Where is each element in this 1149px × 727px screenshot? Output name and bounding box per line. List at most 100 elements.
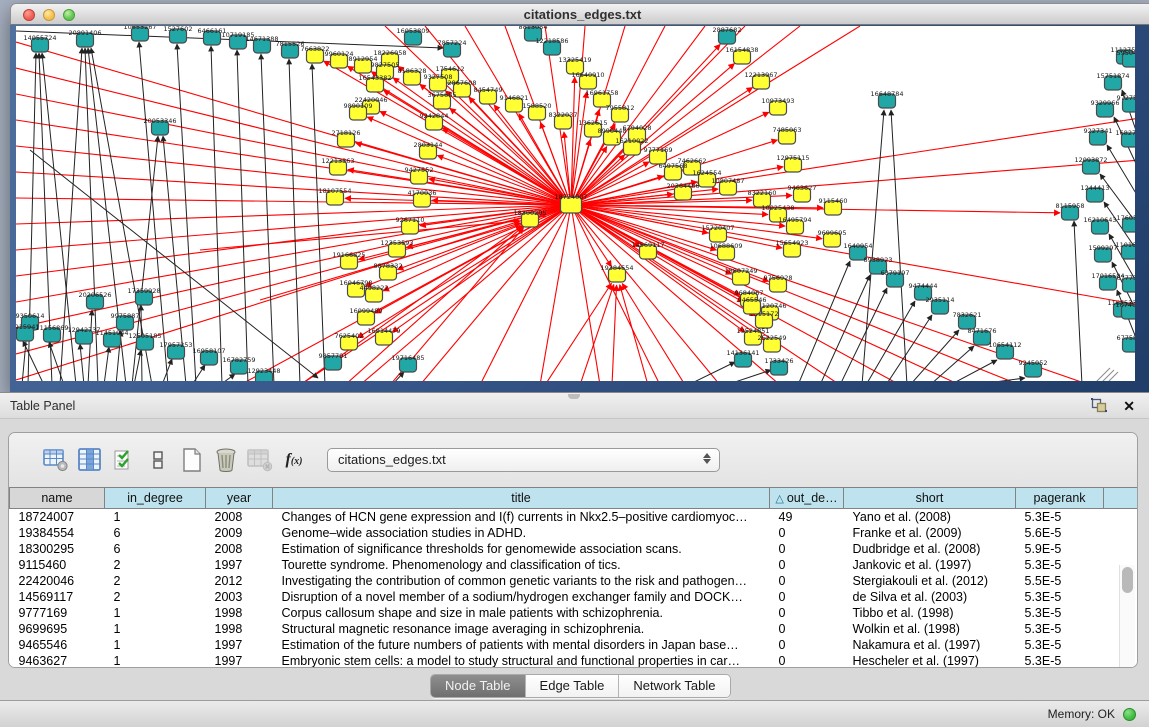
table-row[interactable]: 946362711997Embryonic stem cells: a mode… [10,653,1138,668]
table-row[interactable]: 969969511998Structural magnetic resonanc… [10,621,1138,637]
graph-node-label: 6775824 [1117,334,1135,342]
column-header-title[interactable]: title [273,488,770,509]
table-row[interactable]: 1938455462009Genome–wide association stu… [10,525,1138,541]
graph-node-label: 12923448 [247,367,280,375]
red-edge [622,284,685,381]
column-header-name[interactable]: name [10,488,105,509]
float-window-icon[interactable] [1091,398,1107,413]
column-header-year[interactable]: year [206,488,273,509]
table-cell-in_degree: 1 [105,509,206,526]
graph-node-label: 9427552 [405,166,434,174]
graph-node-label: 2887682 [713,26,742,34]
table-cell-year: 1997 [206,557,273,573]
graph-node-label: 9242844 [420,112,449,120]
graph-node-label: 15751874 [1096,72,1129,80]
table-cell-short: Yano et al. (2008) [844,509,1016,526]
table-cell-in_degree: 1 [105,637,206,653]
graph-node-label: 20206526 [78,291,111,299]
graph-node-label: 10654112 [988,341,1021,349]
scrollbar-thumb[interactable] [1122,567,1133,593]
graph-node-label: 1074036 [1116,301,1135,309]
select-all-icon[interactable] [109,445,139,475]
graph-node-label: 1754612 [436,65,465,73]
table-cell-in_degree: 6 [105,541,206,557]
graph-node-label: 8322160 [748,189,777,197]
graph-node-label: 5950441 [1117,49,1135,57]
table-cell-year: 2008 [206,541,273,557]
row-height-icon[interactable] [143,445,173,475]
graph-node-label: 18300295 [513,209,546,217]
table-row[interactable]: 977716911998Corpus callosum shape and si… [10,605,1138,621]
table-cell-in_degree: 1 [105,605,206,621]
vertical-scrollbar[interactable] [1119,565,1135,668]
column-header-out_degree[interactable]: △out_de… [770,488,844,509]
table-panel-body: f(x) citations_edges.txt namein_degreeyea… [8,432,1138,668]
table-cell-in_degree: 1 [105,653,206,668]
graph-node-label: 9474444 [909,282,938,290]
table-cell-name: 9465546 [10,637,105,653]
graph-node-label: 15720407 [701,224,734,232]
table-cell-out_degree: 0 [770,637,844,653]
new-table-icon[interactable] [177,445,207,475]
column-header-in_degree[interactable]: in_degree [105,488,206,509]
graph-node-label: 20364486 [666,182,699,190]
column-header-filler[interactable] [1104,488,1138,509]
column-header-short[interactable]: short [844,488,1016,509]
close-panel-icon[interactable]: ✕ [1123,396,1135,416]
table-cell-short: Jankovic et al. (1997) [844,557,1016,573]
function-builder-icon[interactable]: f(x) [279,445,309,475]
graph-node-label: 1682743 [1116,129,1135,137]
table-toolbar: f(x) citations_edges.txt [9,433,1137,487]
table-cell-name: 9777169 [10,605,105,621]
graph-node-label: 2935114 [926,296,955,304]
column-header-pagerank[interactable]: pagerank [1016,488,1104,509]
graph-node-label: 7625402 [335,332,364,340]
table-cell-short: Wolkin et al. (1998) [844,621,1016,637]
table-cell-name: 9699695 [10,621,105,637]
table-cell-short: Franke et al. (2009) [844,525,1016,541]
graph-node-label: 7857224 [438,39,467,47]
red-edge [200,221,520,250]
table-panel-titlebar: Table Panel ✕ [0,392,1149,419]
table-cell-short: Hescheler et al. (1997) [844,653,1016,668]
graph-node-label: 9827505 [371,61,400,69]
graph-node-label: 9329966 [1091,99,1120,107]
graph-node-label: 1733426 [765,357,794,365]
black-edge [80,344,84,381]
table-cell-filler [1104,509,1138,526]
black-edge [312,64,325,381]
graph-node-label: 8186328 [398,67,427,75]
table-cell-pagerank: 5.6E-5 [1016,525,1104,541]
table-row[interactable]: 1456911722003Disruption of a novel membe… [10,589,1138,605]
network-window-titlebar[interactable]: citations_edges.txt [10,3,1149,25]
table-cell-pagerank: 5.3E-5 [1016,637,1104,653]
memory-status-dot [1123,708,1136,721]
graph-node-label: 12353593 [380,239,413,247]
red-edge [367,117,571,205]
table-cell-out_degree: 0 [770,621,844,637]
table-row[interactable]: 946554611997Estimation of the future num… [10,637,1138,653]
graph-node-label: 9699695 [818,229,847,237]
table-row[interactable]: 1872400712008Changes of HCN gene express… [10,509,1138,526]
panel-resize-grip[interactable] [568,394,580,399]
black-edge [1074,221,1082,381]
tab-network-table[interactable]: Network Table [618,675,729,697]
tab-node-table[interactable]: Node Table [431,675,525,697]
delete-columns-icon[interactable] [211,445,241,475]
network-canvas[interactable]: 1405572420891406106532671527602646616110… [16,26,1135,381]
red-edge [612,285,617,381]
table-row[interactable]: 1830029562008Estimation of significance … [10,541,1138,557]
black-edge [972,378,1025,381]
graph-node-label: 1599297 [1089,244,1118,252]
graph-node-label: 2522549 [758,334,787,342]
table-row[interactable]: 911546021997Tourette syndrome. Phenomeno… [10,557,1138,573]
graph-node-label: 8813054 [519,26,548,31]
table-selector-dropdown[interactable]: citations_edges.txt [327,448,720,472]
black-edge [392,372,404,381]
graph-node-label: 12213967 [744,71,777,79]
table-settings-icon[interactable] [41,445,71,475]
tab-edge-table[interactable]: Edge Table [525,675,619,697]
network-graph[interactable]: 1405572420891406106532671527602646616110… [16,26,1135,381]
table-row[interactable]: 2242004622012Investigating the contribut… [10,573,1138,589]
show-columns-icon[interactable] [75,445,105,475]
